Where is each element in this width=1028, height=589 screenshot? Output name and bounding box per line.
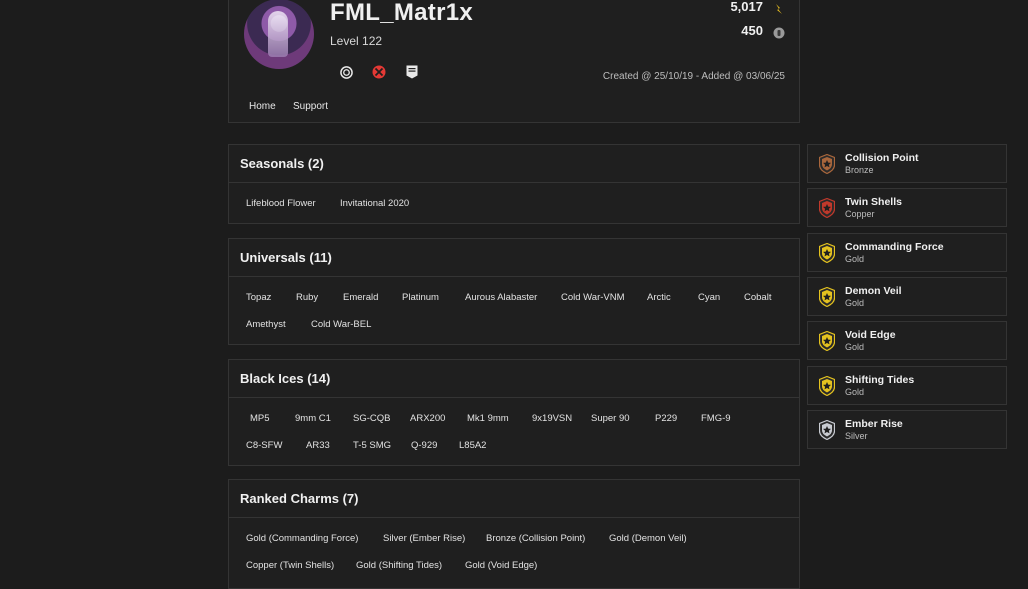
nav-support-link[interactable]: Support (293, 101, 328, 112)
list-item: Mk1 9mm (467, 413, 509, 424)
list-item: Gold (Demon Veil) (609, 533, 687, 544)
charm-badge-icon (818, 419, 836, 441)
charm-name: Twin Shells (845, 196, 902, 208)
charm-name: Commanding Force (845, 241, 944, 253)
charm-tier: Gold (845, 387, 865, 397)
list-item: T-5 SMG (353, 440, 392, 451)
xbox-icon[interactable] (372, 65, 386, 79)
list-item: 9x19VSN (532, 413, 573, 424)
nav-home-link[interactable]: Home (249, 101, 276, 112)
list-item: Arctic (647, 292, 671, 303)
r6-credits-icon (773, 26, 785, 39)
list-item: Bronze (Collision Point) (486, 533, 586, 544)
list-item: MP5 (250, 413, 270, 424)
list-item: Ruby (296, 292, 319, 303)
charm-badge-icon (818, 286, 836, 308)
charm-name: Void Edge (845, 329, 896, 341)
ranked-charms-section: Ranked Charms (7) Gold (Commanding Force… (228, 479, 800, 589)
charm-badge-icon (818, 242, 836, 264)
list-item: ARX200 (410, 413, 446, 424)
renown-icon (773, 2, 785, 14)
list-item: Gold (Void Edge) (465, 560, 538, 571)
charm-card[interactable]: Void Edge Gold (807, 321, 1007, 360)
list-item: C8-SFW (246, 440, 283, 451)
list-item: SG-CQB (353, 413, 391, 424)
list-item: Cobalt (744, 292, 772, 303)
list-item: Amethyst (246, 319, 286, 330)
section-title: Seasonals (2) (229, 145, 799, 183)
charm-card[interactable]: Twin Shells Copper (807, 188, 1007, 227)
charm-badge-icon (818, 153, 836, 175)
ubisoft-icon[interactable] (339, 65, 353, 79)
charm-badge-icon (818, 197, 836, 219)
account-dates: Created @ 25/10/19 - Added @ 03/06/25 (602, 71, 785, 82)
charm-badge-icon (818, 330, 836, 352)
list-item: Cold War-VNM (561, 292, 625, 303)
charm-name: Collision Point (845, 152, 919, 164)
list-item: Platinum (402, 292, 439, 303)
charm-card[interactable]: Demon Veil Gold (807, 277, 1007, 316)
list-item: Invitational 2020 (340, 198, 410, 209)
section-title: Universals (11) (229, 239, 799, 277)
list-item: L85A2 (459, 440, 487, 451)
list-item: Super 90 (591, 413, 630, 424)
charm-tier: Silver (845, 431, 868, 441)
seasonals-section: Seasonals (2) Lifeblood Flower Invitatio… (228, 144, 800, 224)
list-item: Cold War-BEL (311, 319, 372, 330)
charm-card[interactable]: Commanding Force Gold (807, 233, 1007, 272)
list-item: Gold (Commanding Force) (246, 533, 359, 544)
charm-card[interactable]: Collision Point Bronze (807, 144, 1007, 183)
list-item: Cyan (698, 292, 721, 303)
list-item: Q-929 (411, 440, 438, 451)
list-item: Lifeblood Flower (246, 198, 316, 209)
list-item: Silver (Ember Rise) (383, 533, 466, 544)
charm-badge-icon (818, 375, 836, 397)
universals-section: Universals (11) Topaz Ruby Emerald Plati… (228, 238, 800, 345)
section-title: Black Ices (14) (229, 360, 799, 398)
charm-tier: Bronze (845, 165, 874, 175)
profile-panel: FML_Matr1x Level 122 5,017 450 Created @… (228, 0, 800, 123)
section-title: Ranked Charms (7) (229, 480, 799, 518)
avatar (244, 0, 314, 69)
list-item: Topaz (246, 292, 272, 303)
charm-name: Shifting Tides (845, 374, 915, 386)
list-item: Aurous Alabaster (465, 292, 538, 303)
charm-tier: Gold (845, 254, 865, 264)
charm-tier: Gold (845, 298, 865, 308)
player-level: Level 122 (330, 34, 383, 48)
list-item: Emerald (343, 292, 379, 303)
epic-games-icon[interactable] (405, 65, 419, 79)
charm-tier: Gold (845, 342, 865, 352)
renown-value: 5,017 (730, 0, 763, 14)
list-item: Copper (Twin Shells) (246, 560, 335, 571)
username: FML_Matr1x (330, 0, 474, 26)
list-item: Gold (Shifting Tides) (356, 560, 443, 571)
list-item: AR33 (306, 440, 330, 451)
list-item: FMG-9 (701, 413, 731, 424)
charm-card[interactable]: Shifting Tides Gold (807, 366, 1007, 405)
list-item: P229 (655, 413, 678, 424)
credits-value: 450 (741, 23, 763, 38)
charm-tier: Copper (845, 209, 875, 219)
charm-name: Ember Rise (845, 418, 903, 430)
list-item: 9mm C1 (295, 413, 331, 424)
black-ices-section: Black Ices (14) MP5 9mm C1 SG-CQB ARX200… (228, 359, 800, 466)
charm-card[interactable]: Ember Rise Silver (807, 410, 1007, 449)
charm-name: Demon Veil (845, 285, 902, 297)
